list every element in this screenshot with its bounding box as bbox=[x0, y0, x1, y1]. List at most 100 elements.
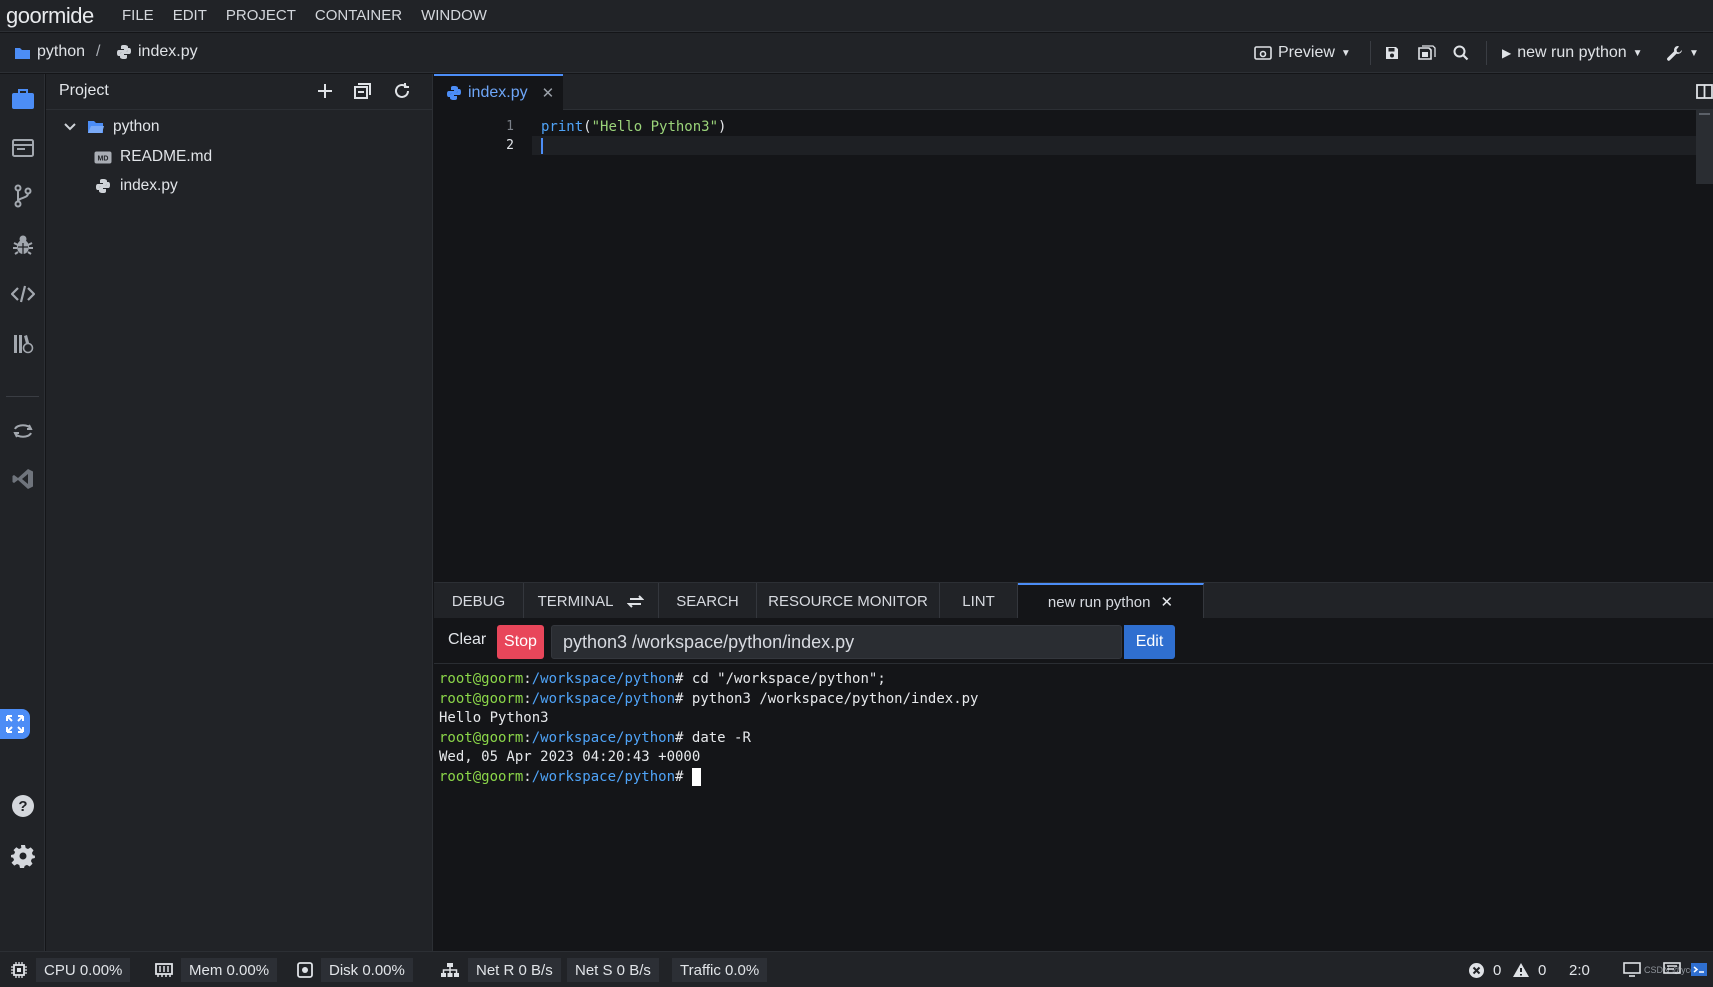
outline-button[interactable] bbox=[0, 128, 45, 168]
close-icon[interactable]: ✕ bbox=[542, 84, 555, 102]
new-file-button[interactable] bbox=[316, 82, 334, 100]
tree-folder-python[interactable]: python bbox=[46, 112, 433, 142]
run-command-field[interactable]: python3 /workspace/python/index.py bbox=[551, 625, 1122, 659]
caret-down-icon: ▼ bbox=[1340, 47, 1351, 59]
settings-button[interactable] bbox=[0, 836, 45, 876]
mem-label: Mem 0.00% bbox=[181, 958, 278, 982]
menu-edit[interactable]: EDIT bbox=[173, 7, 207, 24]
code-fn: print bbox=[541, 118, 584, 135]
editor-scrollbar[interactable] bbox=[1696, 110, 1713, 184]
terminal-line: root@goorm:/workspace/python# date -R bbox=[439, 729, 751, 746]
status-bar: CPU 0.00% Mem 0.00% Disk 0.00% Net R 0 B… bbox=[0, 951, 1713, 987]
disk-stat[interactable]: Disk 0.00% bbox=[297, 958, 413, 982]
search-button[interactable] bbox=[1453, 41, 1469, 65]
tab-label: new run python bbox=[1047, 593, 1151, 611]
help-button[interactable]: ? bbox=[0, 786, 45, 826]
tree-file-readme[interactable]: MD README.md bbox=[46, 142, 433, 172]
mem-stat[interactable]: Mem 0.00% bbox=[155, 958, 278, 982]
vscode-icon bbox=[12, 468, 34, 490]
gear-icon bbox=[10, 844, 35, 868]
terminal-cursor bbox=[692, 768, 702, 787]
cpu-stat[interactable]: CPU 0.00% bbox=[10, 958, 131, 982]
svg-text:MD: MD bbox=[98, 155, 109, 162]
code-editor[interactable]: 1 print("Hello Python3") 2 bbox=[434, 110, 1713, 582]
code-snippet-button[interactable] bbox=[0, 274, 45, 314]
library-button[interactable] bbox=[0, 324, 45, 364]
tab-resource-monitor[interactable]: RESOURCE MONITOR bbox=[757, 583, 940, 619]
breadcrumb-separator: / bbox=[96, 43, 101, 60]
project-sidebar: Project python MD README.md index.py bbox=[46, 74, 433, 951]
tree-folder-label: python bbox=[113, 118, 160, 135]
terminal-panel-icon[interactable] bbox=[1690, 962, 1708, 977]
debug-button[interactable] bbox=[0, 225, 45, 265]
tab-label: DEBUG bbox=[451, 592, 506, 610]
screen-icon[interactable] bbox=[1623, 962, 1641, 977]
run-command-text: python3 /workspace/python/index.py bbox=[563, 631, 855, 652]
toolbar-divider bbox=[1370, 41, 1371, 65]
expand-button[interactable] bbox=[0, 709, 30, 739]
close-icon[interactable]: ✕ bbox=[1161, 593, 1174, 611]
tab-index-py[interactable]: index.py ✕ bbox=[434, 74, 563, 110]
menu-bar: goormide FILE EDIT PROJECT CONTAINER WIN… bbox=[0, 0, 1713, 32]
clear-button[interactable]: Clear bbox=[448, 631, 486, 649]
warning-count[interactable]: 0 bbox=[1512, 958, 1546, 982]
traffic-label: Traffic 0.0% bbox=[672, 958, 768, 982]
vscode-button[interactable] bbox=[0, 459, 45, 499]
library-icon bbox=[12, 333, 34, 355]
tab-terminal[interactable]: TERMINAL bbox=[524, 583, 659, 619]
tab-run-output[interactable]: new run python ✕ bbox=[1018, 583, 1204, 619]
menu-file[interactable]: FILE bbox=[122, 7, 154, 24]
save-icon bbox=[1384, 45, 1400, 61]
project-explorer-button[interactable] bbox=[0, 79, 45, 119]
cursor-position[interactable]: 2:0 bbox=[1569, 958, 1590, 982]
tab-label: index.py bbox=[468, 84, 528, 101]
refresh-button[interactable] bbox=[393, 82, 411, 100]
tab-lint[interactable]: LINT bbox=[940, 583, 1018, 619]
tab-label: SEARCH bbox=[676, 592, 739, 610]
panel-tab-bar: DEBUG TERMINAL SEARCH RESOURCE MONITOR L… bbox=[434, 582, 1713, 619]
breadcrumb-file-label: index.py bbox=[138, 43, 198, 60]
menu-window[interactable]: WINDOW bbox=[421, 7, 487, 24]
svg-text:?: ? bbox=[18, 798, 27, 815]
traffic-stat[interactable]: Traffic 0.0% bbox=[672, 958, 768, 982]
save-all-button[interactable] bbox=[1418, 41, 1436, 65]
save-button[interactable] bbox=[1384, 41, 1400, 65]
breadcrumb-file[interactable]: index.py bbox=[116, 43, 198, 61]
breadcrumb-project[interactable]: python bbox=[14, 43, 85, 61]
tab-debug[interactable]: DEBUG bbox=[434, 583, 524, 619]
briefcase-icon bbox=[11, 88, 35, 110]
stop-button[interactable]: Stop bbox=[497, 625, 544, 659]
tab-search[interactable]: SEARCH bbox=[659, 583, 757, 619]
menu-container[interactable]: CONTAINER bbox=[315, 7, 402, 24]
net-stat[interactable]: Net R 0 B/s bbox=[440, 958, 561, 982]
split-editor-button[interactable] bbox=[1696, 84, 1713, 99]
net-receive-label: Net R 0 B/s bbox=[468, 958, 561, 982]
activity-divider bbox=[6, 396, 39, 397]
code-string: "Hello Python3" bbox=[591, 118, 719, 135]
code-line: 2 bbox=[434, 136, 543, 155]
menu-project[interactable]: PROJECT bbox=[226, 7, 296, 24]
error-count[interactable]: 0 bbox=[1468, 958, 1501, 982]
terminal-output[interactable]: root@goorm:/workspace/python# cd "/works… bbox=[434, 664, 1713, 951]
run-config-button[interactable]: ▶ new run python ▼ bbox=[1502, 41, 1643, 65]
chevron-down-icon bbox=[64, 121, 84, 133]
caret-down-icon: ▼ bbox=[1632, 47, 1643, 59]
message-icon[interactable] bbox=[1663, 962, 1681, 977]
sidebar-header: Project bbox=[46, 74, 433, 110]
preview-button[interactable]: Preview ▼ bbox=[1254, 41, 1351, 65]
collapse-button[interactable] bbox=[354, 82, 372, 100]
tree-file-index[interactable]: index.py bbox=[46, 171, 433, 201]
text-cursor bbox=[541, 137, 543, 154]
tools-button[interactable]: ▼ bbox=[1666, 41, 1699, 65]
tree-file-label: index.py bbox=[120, 177, 178, 194]
sync-button[interactable] bbox=[0, 411, 45, 451]
code-paren: ( bbox=[583, 118, 592, 135]
app-logo[interactable]: goormide bbox=[0, 3, 122, 29]
run-bar: Clear Stop python3 /workspace/python/ind… bbox=[434, 618, 1713, 664]
git-button[interactable] bbox=[0, 176, 45, 216]
git-branch-icon bbox=[14, 184, 32, 208]
tab-label: RESOURCE MONITOR bbox=[768, 592, 928, 610]
net-send-stat[interactable]: Net S 0 B/s bbox=[567, 958, 659, 982]
terminal-line: Hello Python3 bbox=[439, 710, 549, 726]
edit-button[interactable]: Edit bbox=[1124, 625, 1175, 659]
